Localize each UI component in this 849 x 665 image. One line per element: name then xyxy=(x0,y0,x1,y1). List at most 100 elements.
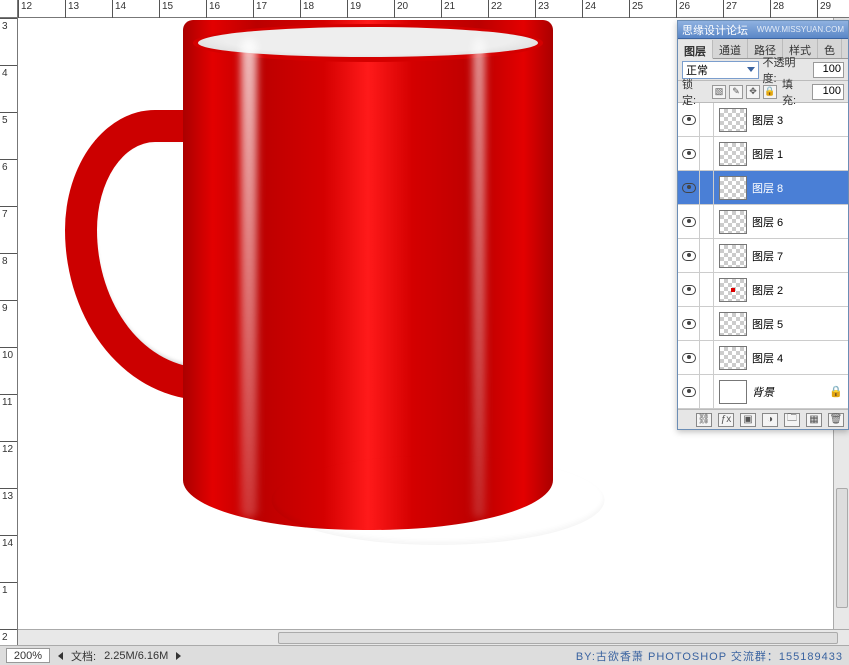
panel-titlebar[interactable]: 思缘设计论坛 WWW.MISSYUAN.COM xyxy=(678,21,848,39)
link-layers-icon[interactable]: ⛓ xyxy=(696,413,712,427)
layer-name[interactable]: 图层 6 xyxy=(752,214,848,230)
ruler-h-tick: 25 xyxy=(629,0,676,18)
lock-transparency-icon[interactable]: ▧ xyxy=(712,85,726,99)
layer-link-col[interactable] xyxy=(700,171,714,205)
layer-name[interactable]: 图层 1 xyxy=(752,146,848,162)
layer-name[interactable]: 背景 xyxy=(752,384,829,400)
layer-thumbnail[interactable] xyxy=(719,176,747,200)
ruler-horizontal[interactable]: 121314151617181920212223242526272829 xyxy=(18,0,849,18)
ruler-vertical[interactable]: 345678910111213141234 xyxy=(0,18,18,645)
layer-thumbnail[interactable] xyxy=(719,210,747,234)
ruler-v-tick: 14 xyxy=(0,535,17,582)
doc-menu-icon[interactable] xyxy=(176,652,181,660)
zoom-field[interactable]: 200% xyxy=(6,648,50,663)
layer-thumbnail[interactable] xyxy=(719,244,747,268)
layer-visibility-toggle[interactable] xyxy=(678,137,700,171)
ruler-v-tick: 9 xyxy=(0,300,17,347)
layer-visibility-toggle[interactable] xyxy=(678,171,700,205)
ruler-h-tick: 13 xyxy=(65,0,112,18)
ruler-h-tick: 18 xyxy=(300,0,347,18)
credit-text: BY:古欲香萧 PHOTOSHOP 交流群：155189433 xyxy=(576,648,843,664)
layer-link-col[interactable] xyxy=(700,103,714,137)
new-layer-icon[interactable]: ▦ xyxy=(806,413,822,427)
mug-base-shadow xyxy=(272,455,605,545)
ruler-h-tick: 27 xyxy=(723,0,770,18)
layer-name[interactable]: 图层 8 xyxy=(752,180,848,196)
layer-link-col[interactable] xyxy=(700,239,714,273)
layer-visibility-toggle[interactable] xyxy=(678,341,700,375)
layer-visibility-toggle[interactable] xyxy=(678,307,700,341)
chevron-down-icon xyxy=(747,67,755,72)
layer-visibility-toggle[interactable] xyxy=(678,103,700,137)
scrollbar-thumb-h[interactable] xyxy=(278,632,838,644)
layer-visibility-toggle[interactable] xyxy=(678,375,700,409)
ruler-v-tick: 12 xyxy=(0,441,17,488)
layer-row[interactable]: 图层 3 xyxy=(678,103,848,137)
layer-row[interactable]: 图层 1 xyxy=(678,137,848,171)
ruler-v-tick: 10 xyxy=(0,347,17,394)
opacity-input[interactable]: 100 xyxy=(813,62,844,78)
ruler-h-tick: 20 xyxy=(394,0,441,18)
layer-thumbnail[interactable] xyxy=(719,278,747,302)
layer-row[interactable]: 背景🔒 xyxy=(678,375,848,409)
ruler-h-tick: 22 xyxy=(488,0,535,18)
doc-size: 2.25M/6.16M xyxy=(104,650,168,662)
layer-row[interactable]: 图层 8 xyxy=(678,171,848,205)
layer-row[interactable]: 图层 7 xyxy=(678,239,848,273)
layer-visibility-toggle[interactable] xyxy=(678,239,700,273)
lock-icon: 🔒 xyxy=(829,385,843,398)
layer-mask-icon[interactable]: ▣ xyxy=(740,413,756,427)
fill-label: 填充: xyxy=(782,76,807,108)
layer-link-col[interactable] xyxy=(700,341,714,375)
scrollbar-thumb-v[interactable] xyxy=(836,488,848,608)
panel-title-text: 思缘设计论坛 xyxy=(682,22,748,38)
layer-thumbnail[interactable] xyxy=(719,142,747,166)
ruler-h-tick: 12 xyxy=(18,0,65,18)
layer-name[interactable]: 图层 4 xyxy=(752,350,848,366)
lock-all-icon[interactable]: 🔒 xyxy=(763,85,777,99)
ruler-v-tick: 11 xyxy=(0,394,17,441)
tab-layers[interactable]: 图层 xyxy=(678,40,713,59)
adjustment-layer-icon[interactable]: ◑ xyxy=(762,413,778,427)
ruler-corner xyxy=(0,0,18,18)
fill-input[interactable]: 100 xyxy=(812,84,844,100)
layer-link-col[interactable] xyxy=(700,375,714,409)
layer-thumbnail[interactable] xyxy=(719,346,747,370)
layer-link-col[interactable] xyxy=(700,137,714,171)
layer-row[interactable]: 图层 5 xyxy=(678,307,848,341)
mug-artwork xyxy=(183,20,553,550)
new-group-icon[interactable]: 🗀 xyxy=(784,413,800,427)
layer-thumbnail[interactable] xyxy=(719,108,747,132)
layer-row[interactable]: 图层 4 xyxy=(678,341,848,375)
tab-colors[interactable]: 色 xyxy=(818,39,842,58)
scrollbar-horizontal[interactable] xyxy=(18,629,849,645)
ruler-v-tick: 3 xyxy=(0,18,17,65)
eye-icon xyxy=(682,251,696,261)
layer-name[interactable]: 图层 5 xyxy=(752,316,848,332)
lock-move-icon[interactable]: ✥ xyxy=(746,85,760,99)
layer-link-col[interactable] xyxy=(700,273,714,307)
layer-name[interactable]: 图层 7 xyxy=(752,248,848,264)
layer-name[interactable]: 图层 3 xyxy=(752,112,848,128)
layer-thumbnail[interactable] xyxy=(719,380,747,404)
layer-link-col[interactable] xyxy=(700,307,714,341)
lock-brush-icon[interactable]: ✎ xyxy=(729,85,743,99)
mug-highlight-left xyxy=(241,38,257,518)
lock-icons: ▧ ✎ ✥ 🔒 xyxy=(712,85,777,99)
ruler-h-tick: 24 xyxy=(582,0,629,18)
ruler-h-tick: 15 xyxy=(159,0,206,18)
layer-visibility-toggle[interactable] xyxy=(678,273,700,307)
layer-style-icon[interactable]: ƒx xyxy=(718,413,734,427)
tab-channels[interactable]: 通道 xyxy=(713,39,748,58)
delete-layer-icon[interactable]: 🗑 xyxy=(828,413,844,427)
layer-name[interactable]: 图层 2 xyxy=(752,282,848,298)
layer-row[interactable]: 图层 6 xyxy=(678,205,848,239)
layers-panel: 思缘设计论坛 WWW.MISSYUAN.COM 图层 通道 路径 样式 色 正常… xyxy=(677,20,849,430)
zoom-left-icon[interactable] xyxy=(58,652,63,660)
layer-thumbnail[interactable] xyxy=(719,312,747,336)
eye-icon xyxy=(682,319,696,329)
layer-link-col[interactable] xyxy=(700,205,714,239)
layer-visibility-toggle[interactable] xyxy=(678,205,700,239)
layer-row[interactable]: 图层 2 xyxy=(678,273,848,307)
ruler-v-tick: 4 xyxy=(0,65,17,112)
